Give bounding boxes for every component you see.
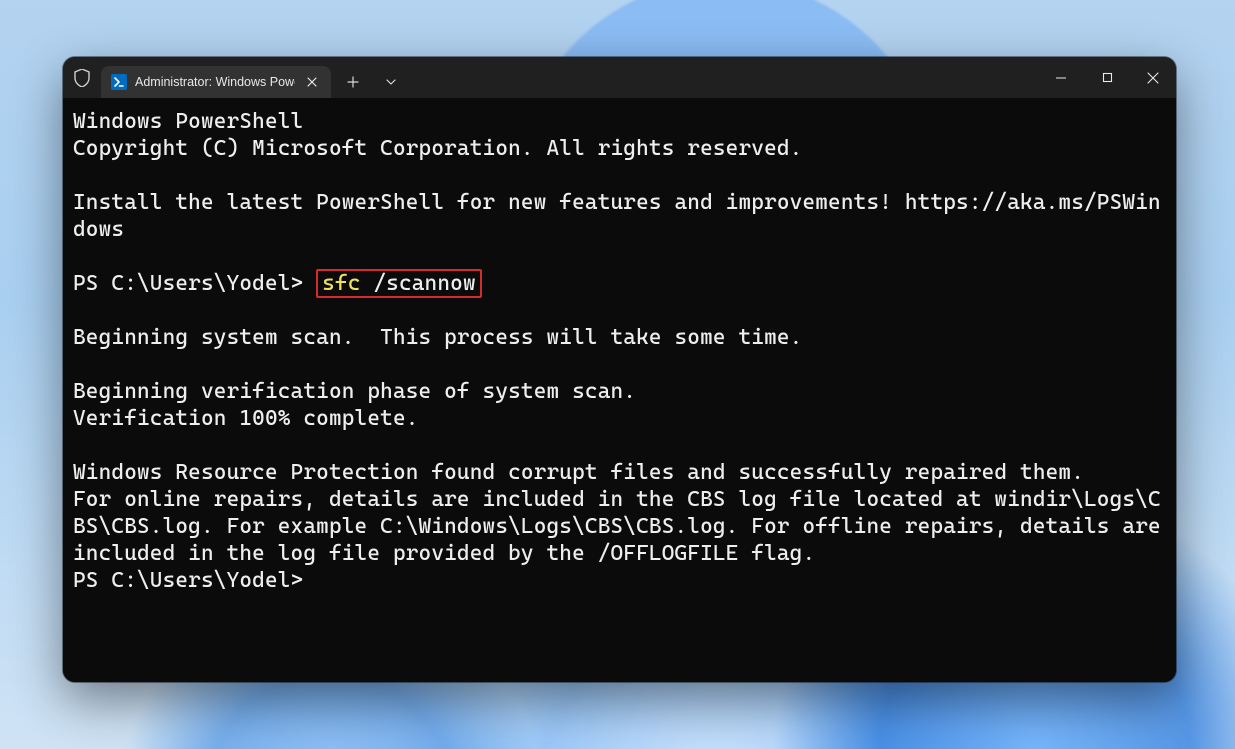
tab-powershell[interactable]: Administrator: Windows Powe [101, 66, 331, 98]
titlebar-left: Administrator: Windows Powe [63, 57, 407, 98]
term-line: Verification 100% complete. [73, 406, 419, 431]
command-arg: /scannow [361, 271, 476, 296]
term-prompt: PS C:\Users\Yodel> [73, 271, 316, 296]
tab-close-button[interactable] [303, 73, 321, 91]
command-sfc: sfc [322, 271, 360, 296]
titlebar-drag-area[interactable] [407, 57, 1038, 98]
terminal-window: Administrator: Windows Powe [63, 57, 1176, 682]
new-tab-button[interactable] [337, 66, 369, 98]
term-line: Beginning system scan. This process will… [73, 325, 802, 350]
terminal-output[interactable]: Windows PowerShell Copyright (C) Microso… [63, 98, 1176, 682]
command-highlight: sfc /scannow [316, 269, 482, 298]
term-line: Copyright (C) Microsoft Corporation. All… [73, 136, 802, 161]
term-line: Windows Resource Protection found corrup… [73, 460, 1174, 566]
admin-shield-icon [73, 68, 91, 88]
term-line: Install the latest PowerShell for new fe… [73, 190, 1161, 242]
close-button[interactable] [1130, 57, 1176, 98]
window-titlebar[interactable]: Administrator: Windows Powe [63, 57, 1176, 98]
term-line: Windows PowerShell [73, 109, 303, 134]
term-line: Beginning verification phase of system s… [73, 379, 636, 404]
tab-dropdown-button[interactable] [375, 66, 407, 98]
window-controls [1038, 57, 1176, 98]
tab-title: Administrator: Windows Powe [135, 75, 295, 89]
minimize-button[interactable] [1038, 57, 1084, 98]
maximize-button[interactable] [1084, 57, 1130, 98]
term-prompt: PS C:\Users\Yodel> [73, 568, 303, 593]
powershell-icon [111, 74, 127, 90]
